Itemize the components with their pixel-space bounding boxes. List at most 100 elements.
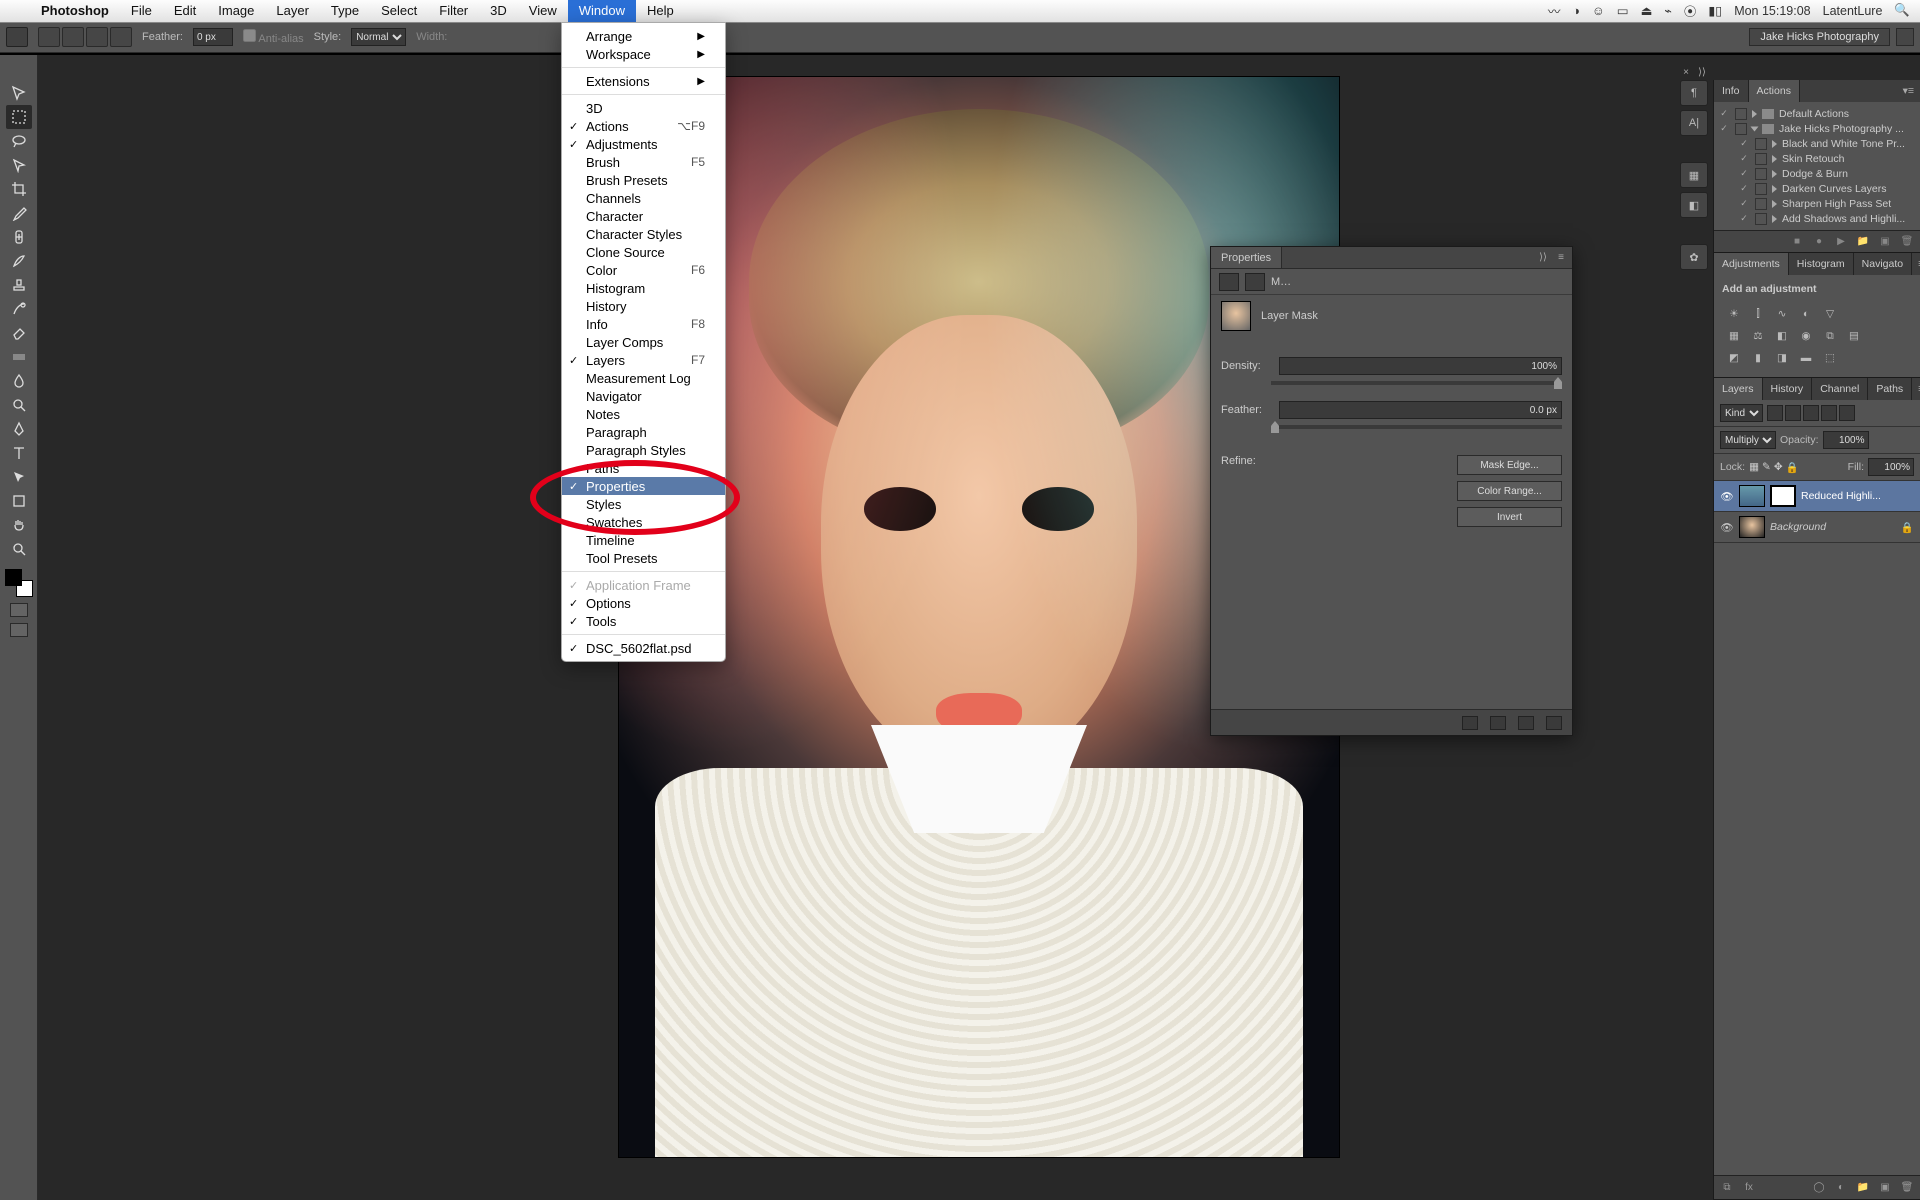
menu-item-paths[interactable]: Paths [562,459,725,477]
battery-icon[interactable]: ▮▯ [1708,3,1722,18]
paths-tab[interactable]: Paths [1868,378,1912,400]
action-item[interactable]: ✓Skin Retouch [1714,151,1920,166]
feather-mask-input[interactable] [1279,401,1562,419]
trash-icon[interactable]: 🗑 [1900,236,1914,248]
selection-intersect[interactable] [110,27,132,47]
menu-item-swatches[interactable]: Swatches [562,513,725,531]
menu-item-info[interactable]: InfoF8 [562,315,725,333]
user-icon[interactable]: ☺ [1592,4,1605,18]
screenmode-toggle[interactable] [10,623,28,637]
history-tab[interactable]: History [1763,378,1813,400]
shape-tool[interactable] [6,489,32,513]
menu-item-properties[interactable]: ✓Properties [562,477,725,495]
history-brush-tool[interactable] [6,297,32,321]
adj-hue-icon[interactable]: ▦ [1724,327,1744,345]
new-layer-icon[interactable]: ▣ [1878,1181,1892,1195]
menu-item-arrange[interactable]: Arrange▶ [562,27,725,45]
selection-subtract[interactable] [86,27,108,47]
menu-item-histogram[interactable]: Histogram [562,279,725,297]
new-action-icon[interactable]: ▣ [1878,236,1892,248]
new-group-icon[interactable]: 📁 [1856,1181,1870,1195]
blur-tool[interactable] [6,369,32,393]
panel-menu-icon[interactable]: ≡ [1554,252,1568,264]
lock-pixels-icon[interactable]: ✎ [1762,461,1771,474]
delete-mask-icon[interactable] [1546,716,1562,730]
apply-mask-icon[interactable] [1490,716,1506,730]
fill-input[interactable] [1868,458,1914,476]
actions-tab[interactable]: Actions [1749,80,1800,102]
action-item[interactable]: ✓Darken Curves Layers [1714,181,1920,196]
menu-item-layers[interactable]: ✓LayersF7 [562,351,725,369]
load-selection-icon[interactable] [1462,716,1478,730]
fg-bg-colors[interactable] [5,569,33,597]
quickmask-toggle[interactable] [10,603,28,617]
eraser-tool[interactable] [6,321,32,345]
marquee-tool[interactable] [6,105,32,129]
menu-item-adjustments[interactable]: ✓Adjustments [562,135,725,153]
lasso-tool[interactable] [6,129,32,153]
menu-edit[interactable]: Edit [163,0,207,22]
add-mask-icon[interactable]: ◯ [1812,1181,1826,1195]
menu-item-paragraph[interactable]: Paragraph [562,423,725,441]
mask-mode-pixel[interactable] [1219,273,1239,291]
menu-item-layer-comps[interactable]: Layer Comps [562,333,725,351]
tool-preset-picker[interactable] [6,27,28,47]
adj-vibrance-icon[interactable]: ▽ [1820,305,1840,323]
delete-layer-icon[interactable]: 🗑 [1900,1181,1914,1195]
adjustments-tab[interactable]: Adjustments [1714,253,1789,275]
bluetooth-icon[interactable]: ⌁ [1664,3,1672,18]
invert-button[interactable]: Invert [1457,507,1562,527]
adj-posterize-icon[interactable]: ▮ [1748,349,1768,367]
menu-item-tool-presets[interactable]: Tool Presets [562,549,725,567]
menu-select[interactable]: Select [370,0,428,22]
properties-tab[interactable]: Properties [1211,247,1282,268]
disable-mask-icon[interactable] [1518,716,1534,730]
adjustments-panel-menu[interactable]: ≡ [1912,258,1920,270]
record-icon[interactable]: ● [1812,236,1826,248]
mask-edge-button[interactable]: Mask Edge... [1457,455,1562,475]
blend-mode-select[interactable]: Multiply [1720,431,1776,449]
menu-type[interactable]: Type [320,0,370,22]
zoom-tool[interactable] [6,537,32,561]
menu-item-brush[interactable]: BrushF5 [562,153,725,171]
layers-tab[interactable]: Layers [1714,378,1763,400]
menu-item-3d[interactable]: 3D [562,99,725,117]
dock-character-icon[interactable]: ¶ [1680,80,1708,106]
play-icon[interactable]: ▶ [1834,236,1848,248]
crop-tool[interactable] [6,177,32,201]
menu-view[interactable]: View [518,0,568,22]
menu-item-clone-source[interactable]: Clone Source [562,243,725,261]
menu-help[interactable]: Help [636,0,685,22]
hand-tool[interactable] [6,513,32,537]
menu-item-workspace[interactable]: Workspace▶ [562,45,725,63]
menu-app[interactable]: Photoshop [30,0,120,22]
move-tool[interactable] [6,81,32,105]
layer-row[interactable]: 👁Reduced Highli... [1714,481,1920,512]
menu-file[interactable]: File [120,0,163,22]
menu-item-character-styles[interactable]: Character Styles [562,225,725,243]
channels-tab[interactable]: Channel [1812,378,1868,400]
opacity-input[interactable] [1823,431,1869,449]
path-select-tool[interactable] [6,465,32,489]
adj-channelmixer-icon[interactable]: ⧉ [1820,327,1840,345]
adj-curves-icon[interactable]: ∿ [1772,305,1792,323]
adj-threshold-icon[interactable]: ◨ [1772,349,1792,367]
style-select[interactable]: Normal [351,28,406,46]
dock-styles-icon[interactable]: ◧ [1680,192,1708,218]
dodge-tool[interactable] [6,393,32,417]
menu-item-timeline[interactable]: Timeline [562,531,725,549]
adj-brightness-icon[interactable]: ☀ [1724,305,1744,323]
filter-pixel-icon[interactable] [1767,405,1783,421]
menu-item-brush-presets[interactable]: Brush Presets [562,171,725,189]
menu-item-actions[interactable]: ✓Actions⌥F9 [562,117,725,135]
density-input[interactable] [1279,357,1562,375]
filter-adj-icon[interactable] [1785,405,1801,421]
layers-panel-menu[interactable]: ≡ [1912,383,1920,395]
dock-collapse-icon[interactable]: ⟩⟩ [1696,67,1708,79]
eyedropper-tool[interactable] [6,201,32,225]
new-set-icon[interactable]: 📁 [1856,236,1870,248]
dock-close-icon[interactable]: × [1680,67,1692,79]
info-tab[interactable]: Info [1714,80,1749,102]
quick-select-tool[interactable] [6,153,32,177]
filter-shape-icon[interactable] [1821,405,1837,421]
